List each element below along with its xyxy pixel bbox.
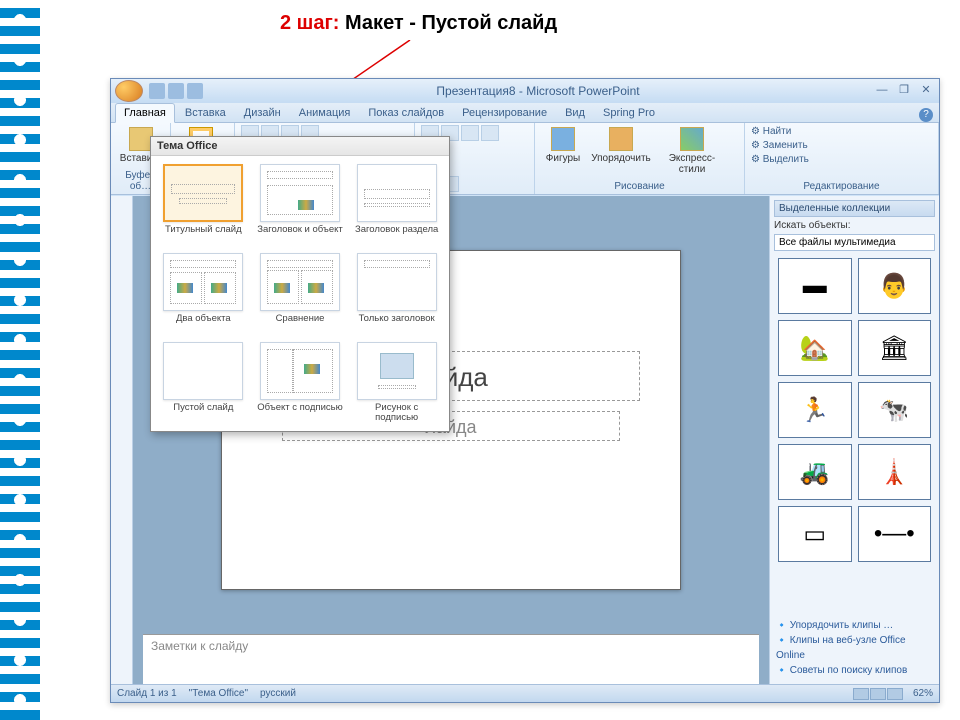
search-label: Искать объекты: <box>774 220 935 231</box>
instruction-annotation: 2 шаг: Макет - Пустой слайд <box>280 12 557 35</box>
notes-pane[interactable]: Заметки к слайду <box>143 634 759 684</box>
clip-item[interactable]: 🚜 <box>778 444 852 500</box>
quick-styles-button[interactable]: Экспресс-стили <box>657 125 727 175</box>
undo-icon[interactable] <box>168 83 184 99</box>
decorative-border <box>0 0 40 720</box>
clip-item[interactable]: ▭ <box>778 506 852 562</box>
step-label: 2 шаг: <box>280 12 339 34</box>
save-icon[interactable] <box>149 83 165 99</box>
align-button[interactable] <box>461 125 479 141</box>
layout-section-header[interactable]: Заголовок раздела <box>352 164 441 245</box>
clip-item[interactable]: •—• <box>858 506 932 562</box>
step-text: Макет - Пустой слайд <box>345 12 557 34</box>
replace-button[interactable]: Заменить <box>751 139 932 153</box>
restore-button[interactable]: ❐ <box>895 84 913 98</box>
tab-animation[interactable]: Анимация <box>291 104 359 122</box>
picture-icon <box>380 353 414 379</box>
layout-gallery-popup: Тема Office Титульный слайд Заголовок и … <box>150 136 450 432</box>
redo-icon[interactable] <box>187 83 203 99</box>
normal-view-button[interactable] <box>853 688 869 700</box>
layout-title-content[interactable]: Заголовок и объект <box>256 164 345 245</box>
office-online-link[interactable]: Клипы на веб-узле Office Online <box>776 633 933 663</box>
tab-slideshow[interactable]: Показ слайдов <box>360 104 452 122</box>
arrange-button[interactable]: Упорядочить <box>591 125 651 175</box>
taskpane-header: Выделенные коллекции <box>774 200 935 217</box>
clip-item[interactable]: 🐄 <box>858 382 932 438</box>
arrange-icon <box>609 127 633 151</box>
window-title: Презентация8 - Microsoft PowerPoint <box>203 84 873 98</box>
organize-clips-link[interactable]: Упорядочить клипы … <box>776 618 933 633</box>
tab-home[interactable]: Главная <box>115 103 175 123</box>
minimize-button[interactable]: — <box>873 84 891 98</box>
shapes-icon <box>551 127 575 151</box>
layout-title-slide[interactable]: Титульный слайд <box>159 164 248 245</box>
tab-springpro[interactable]: Spring Pro <box>595 104 663 122</box>
search-tips-link[interactable]: Советы по поиску клипов <box>776 663 933 678</box>
clipart-results: ▬ 👨 🏡 🏛 🏃 🐄 🚜 🗼 ▭ •—• <box>774 254 935 613</box>
clip-item[interactable]: 🏛 <box>858 320 932 376</box>
tab-design[interactable]: Дизайн <box>236 104 289 122</box>
tab-insert[interactable]: Вставка <box>177 104 234 122</box>
layout-two-content[interactable]: Два объекта <box>159 253 248 334</box>
layout-title-only[interactable]: Только заголовок <box>352 253 441 334</box>
clipart-task-pane: Выделенные коллекции Искать объекты: Все… <box>769 196 939 684</box>
title-bar: Презентация8 - Microsoft PowerPoint — ❐ … <box>111 79 939 103</box>
status-bar: Слайд 1 из 1 "Тема Office" русский 62% <box>111 684 939 702</box>
zoom-level[interactable]: 62% <box>913 688 933 699</box>
sorter-view-button[interactable] <box>870 688 886 700</box>
group-editing: Редактирование <box>751 181 932 192</box>
gallery-header: Тема Office <box>151 137 449 156</box>
clip-item[interactable]: 🗼 <box>858 444 932 500</box>
align-button[interactable] <box>481 125 499 141</box>
close-button[interactable]: ✕ <box>917 84 935 98</box>
ribbon-tabs: Главная Вставка Дизайн Анимация Показ сл… <box>111 103 939 123</box>
layout-picture-caption[interactable]: Рисунок с подписью <box>352 342 441 423</box>
find-button[interactable]: Найти <box>751 125 932 139</box>
language-indicator[interactable]: русский <box>260 688 296 699</box>
group-drawing: Рисование <box>541 181 738 192</box>
tab-view[interactable]: Вид <box>557 104 593 122</box>
clip-item[interactable]: 👨 <box>858 258 932 314</box>
layout-blank[interactable]: Пустой слайд <box>159 342 248 423</box>
slide-counter: Слайд 1 из 1 <box>117 688 177 699</box>
help-icon[interactable]: ? <box>919 108 933 122</box>
clip-item[interactable]: ▬ <box>778 258 852 314</box>
shapes-button[interactable]: Фигуры <box>541 125 585 175</box>
slides-thumbnail-pane[interactable] <box>111 196 133 684</box>
tab-review[interactable]: Рецензирование <box>454 104 555 122</box>
office-button[interactable] <box>115 80 143 102</box>
select-button[interactable]: Выделить <box>751 153 932 167</box>
layout-comparison[interactable]: Сравнение <box>256 253 345 334</box>
styles-icon <box>680 127 704 151</box>
slideshow-view-button[interactable] <box>887 688 903 700</box>
quick-access-toolbar <box>149 83 203 99</box>
theme-name: "Тема Office" <box>189 688 248 699</box>
layout-content-caption[interactable]: Объект с подписью <box>256 342 345 423</box>
media-type-combo[interactable]: Все файлы мультимедиа <box>774 234 935 251</box>
clip-item[interactable]: 🏃 <box>778 382 852 438</box>
clip-item[interactable]: 🏡 <box>778 320 852 376</box>
